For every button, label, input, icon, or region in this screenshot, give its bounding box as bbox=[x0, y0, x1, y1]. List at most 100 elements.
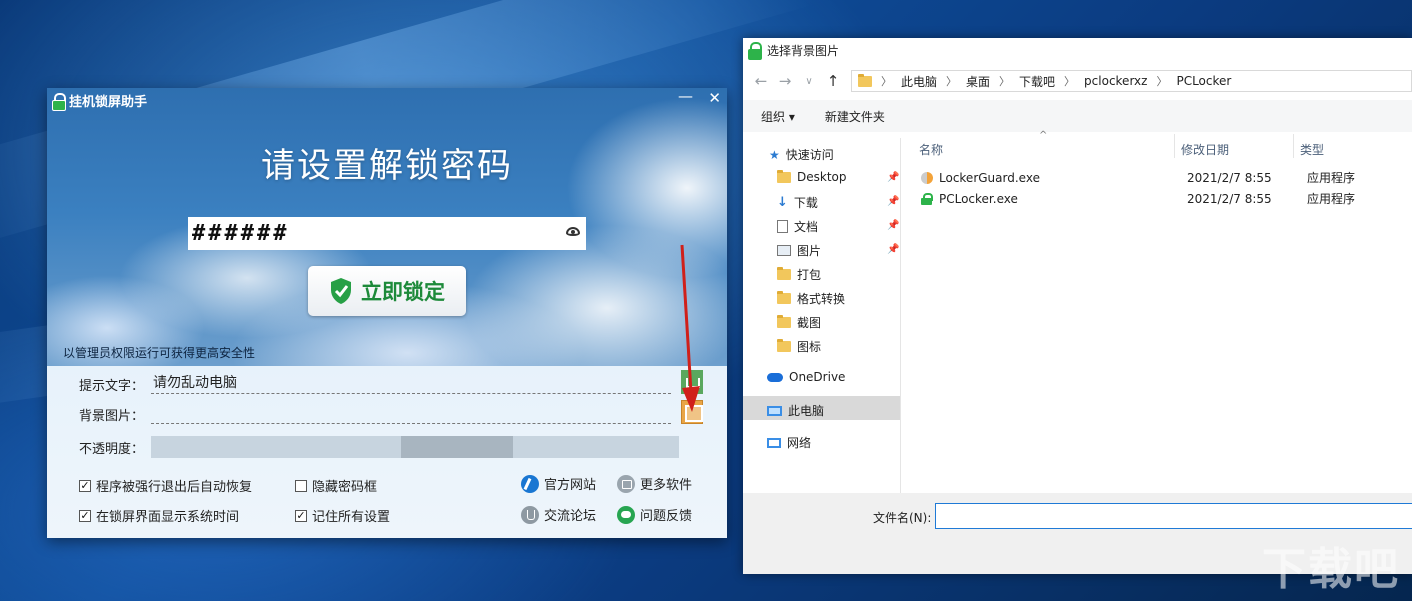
background-path-input[interactable] bbox=[151, 404, 671, 424]
breadcrumb-item[interactable]: pclockerxz bbox=[1084, 74, 1147, 88]
background-label: 背景图片： bbox=[79, 408, 145, 424]
official-site-link[interactable]: 官方网站 bbox=[521, 474, 596, 493]
file-list-header: 名称 修改日期 类型 bbox=[913, 138, 1412, 160]
chevron-right-icon: 〉 bbox=[946, 75, 958, 88]
background-row: 背景图片： bbox=[79, 404, 671, 424]
network-icon bbox=[767, 437, 781, 448]
file-type: 应用程序 bbox=[1307, 171, 1356, 185]
nav-item-label: 文档 bbox=[794, 220, 819, 234]
pin-icon[interactable]: 📌 bbox=[887, 196, 899, 207]
checkbox-remember-settings[interactable]: ✓ 记住所有设置 bbox=[295, 506, 390, 525]
nav-item-label: 图片 bbox=[797, 244, 822, 258]
nav-quick-access[interactable]: ★ 快速访问 bbox=[769, 146, 834, 163]
filename-input[interactable] bbox=[935, 503, 1412, 529]
file-row[interactable]: LockerGuard.exe 2021/2/7 8:55 应用程序 bbox=[921, 169, 1355, 186]
folder-icon bbox=[777, 315, 791, 328]
address-bar[interactable]: 〉 此电脑 〉 桌面 〉 下载吧 〉 pclockerxz 〉 PCLocker bbox=[851, 70, 1412, 92]
checkbox-show-time-label: 在锁屏界面显示系统时间 bbox=[96, 510, 240, 525]
column-type[interactable]: 类型 bbox=[1300, 141, 1324, 158]
back-arrow-icon[interactable]: ← bbox=[749, 72, 773, 90]
nav-this-pc-label: 此电脑 bbox=[788, 404, 825, 418]
password-input[interactable]: ###### bbox=[188, 217, 586, 250]
file-date: 2021/2/7 8:55 bbox=[1187, 191, 1272, 206]
folder-icon bbox=[777, 339, 791, 352]
organize-menu[interactable]: 组织 ▾ bbox=[761, 108, 795, 125]
checkbox-hide-password-box[interactable] bbox=[295, 479, 307, 492]
close-button[interactable]: ✕ bbox=[708, 89, 721, 107]
breadcrumb-item[interactable]: 桌面 bbox=[966, 73, 990, 90]
nav-network[interactable]: 网络 bbox=[767, 434, 811, 451]
lock-icon bbox=[747, 42, 762, 60]
forum-link[interactable]: 交流论坛 bbox=[521, 505, 596, 524]
eye-icon[interactable] bbox=[566, 227, 580, 236]
opacity-label: 不透明度： bbox=[79, 441, 145, 457]
column-separator[interactable] bbox=[1293, 134, 1294, 158]
opacity-slider[interactable] bbox=[151, 436, 679, 458]
nav-item-icons[interactable]: 图标 bbox=[777, 338, 821, 355]
recent-chevron-icon[interactable]: ∨ bbox=[797, 76, 821, 87]
chevron-right-icon: 〉 bbox=[1156, 75, 1168, 88]
nav-network-label: 网络 bbox=[787, 436, 812, 450]
chevron-right-icon: 〉 bbox=[881, 75, 892, 88]
hint-label: 提示文字： bbox=[79, 378, 145, 394]
nav-this-pc[interactable]: 此电脑 bbox=[767, 402, 824, 419]
checkbox-hide-password-label: 隐藏密码框 bbox=[312, 480, 378, 495]
nav-item-format[interactable]: 格式转换 bbox=[777, 290, 845, 307]
checkbox-auto-restore-box[interactable]: ✓ bbox=[79, 479, 91, 492]
checkbox-show-time-box[interactable]: ✓ bbox=[79, 509, 91, 522]
checkbox-show-time[interactable]: ✓ 在锁屏界面显示系统时间 bbox=[79, 506, 239, 525]
more-software-icon bbox=[617, 474, 635, 493]
new-folder-button[interactable]: 新建文件夹 bbox=[825, 108, 885, 125]
checkbox-hide-password[interactable]: 隐藏密码框 bbox=[295, 476, 377, 495]
download-icon: ↓ bbox=[777, 195, 788, 210]
breadcrumb-item[interactable]: 此电脑 bbox=[901, 73, 937, 90]
document-icon bbox=[777, 220, 788, 233]
dialog-title-bar: 选择背景图片 bbox=[743, 38, 1412, 62]
app-header-area: 挂机锁屏助手 — ✕ 请设置解锁密码 ###### 立即锁定 以管理员权限运行可… bbox=[47, 88, 727, 366]
column-name[interactable]: 名称 bbox=[919, 141, 943, 158]
opacity-slider-thumb[interactable] bbox=[401, 436, 513, 458]
column-separator[interactable] bbox=[1174, 134, 1175, 158]
address-row: ← → ∨ ↑ 〉 此电脑 〉 桌面 〉 下载吧 〉 pclockerxz 〉 … bbox=[743, 68, 1412, 94]
nav-item-documents[interactable]: 文档 bbox=[777, 218, 818, 235]
file-name: LockerGuard.exe bbox=[939, 170, 1040, 185]
column-date[interactable]: 修改日期 bbox=[1181, 141, 1229, 158]
file-row[interactable]: PCLocker.exe 2021/2/7 8:55 应用程序 bbox=[921, 190, 1355, 207]
locker-app-window: 挂机锁屏助手 — ✕ 请设置解锁密码 ###### 立即锁定 以管理员权限运行可… bbox=[47, 88, 727, 538]
checkbox-auto-restore[interactable]: ✓ 程序被强行退出后自动恢复 bbox=[79, 476, 252, 495]
lock-now-button[interactable]: 立即锁定 bbox=[308, 266, 466, 316]
nav-item-downloads[interactable]: ↓ 下载 bbox=[777, 194, 818, 211]
nav-item-pack[interactable]: 打包 bbox=[777, 266, 821, 283]
locker-guard-app-icon bbox=[921, 171, 933, 184]
hint-row: 提示文字： 请勿乱动电脑 bbox=[79, 374, 671, 394]
nav-item-pictures[interactable]: 图片 bbox=[777, 242, 821, 259]
minimize-button[interactable]: — bbox=[678, 88, 693, 105]
more-software-link[interactable]: 更多软件 bbox=[617, 474, 692, 493]
hint-text-input[interactable]: 请勿乱动电脑 bbox=[151, 374, 671, 394]
nav-item-desktop[interactable]: Desktop bbox=[777, 169, 847, 184]
pin-icon[interactable]: 📌 bbox=[887, 220, 899, 231]
nav-quick-access-label: 快速访问 bbox=[785, 148, 834, 162]
navigation-pane: ★ 快速访问 Desktop 📌 ↓ 下载 📌 文档 📌 图片 📌 打包 格式转… bbox=[743, 138, 900, 493]
star-icon: ★ bbox=[769, 147, 780, 162]
nav-item-label: 截图 bbox=[797, 316, 822, 330]
chevron-right-icon: 〉 bbox=[999, 75, 1011, 88]
file-name: PCLocker.exe bbox=[939, 191, 1018, 206]
pin-icon[interactable]: 📌 bbox=[887, 244, 899, 255]
pin-icon[interactable]: 📌 bbox=[887, 172, 899, 183]
forward-arrow-icon[interactable]: → bbox=[773, 72, 797, 90]
nav-onedrive-label: OneDrive bbox=[789, 370, 846, 384]
admin-note: 以管理员权限运行可获得更高安全性 bbox=[63, 346, 256, 360]
up-arrow-icon[interactable]: ↑ bbox=[821, 72, 845, 90]
checkbox-remember-settings-box[interactable]: ✓ bbox=[295, 509, 307, 522]
breadcrumb-item[interactable]: PCLocker bbox=[1176, 74, 1231, 88]
official-site-label: 官方网站 bbox=[544, 478, 597, 493]
opacity-row: 不透明度： bbox=[79, 436, 679, 458]
chevron-right-icon: 〉 bbox=[1064, 75, 1076, 88]
nav-item-screenshot[interactable]: 截图 bbox=[777, 314, 821, 331]
feedback-link[interactable]: 问题反馈 bbox=[617, 505, 692, 524]
app-title-bar: 挂机锁屏助手 bbox=[51, 91, 147, 111]
breadcrumb-item[interactable]: 下载吧 bbox=[1019, 73, 1055, 90]
nav-onedrive[interactable]: OneDrive bbox=[767, 370, 845, 384]
feedback-label: 问题反馈 bbox=[640, 509, 693, 524]
